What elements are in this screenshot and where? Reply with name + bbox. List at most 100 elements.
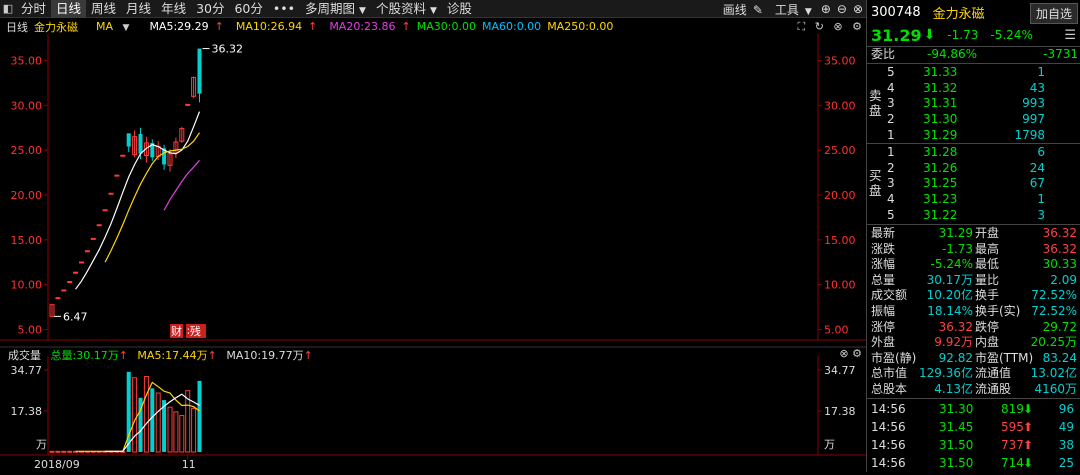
buy-level: 5: [887, 207, 895, 222]
sell-row: 4 31.32 43: [867, 81, 1080, 97]
low-price-label: 6.47: [63, 310, 88, 323]
arrow-up-icon: ↑: [303, 349, 313, 362]
more-icon[interactable]: •••: [268, 0, 300, 18]
candle-body: [79, 261, 84, 264]
volume-ma10-value: MA10:19.77万: [226, 349, 304, 362]
expand-icon[interactable]: ⛶: [797, 20, 805, 33]
volume-ma5-line: [75, 381, 200, 452]
price-tick-label: 10.00: [824, 279, 856, 292]
arrow-up-icon: ⬆: [1023, 437, 1034, 452]
kline-chart[interactable]: 35.00 35.00 30.00 30.00 25.00 25.00 20.00 20.00…: [0, 34, 866, 472]
quote-value: 30.33: [1042, 257, 1077, 272]
list-menu-icon[interactable]: ☰: [1064, 28, 1076, 43]
sell-level: 3: [887, 96, 895, 111]
close-icon[interactable]: ⊗: [839, 347, 848, 360]
tab-monthly[interactable]: 月线: [121, 0, 156, 18]
buy-volume: 67: [1029, 176, 1045, 191]
close-icon[interactable]: ⊗: [850, 2, 866, 16]
caret-down-icon: ▼: [804, 6, 812, 17]
close-icon[interactable]: ⊗: [833, 20, 842, 33]
add-icon[interactable]: ⊕: [818, 2, 834, 16]
stock-name: 金力永磁: [932, 6, 985, 22]
tick-count: 96: [1058, 401, 1074, 416]
candle-body: [185, 103, 191, 106]
quote-row: 总股本 4.13亿 流通股 4160万: [867, 382, 1080, 398]
quote-value: 4.13亿: [934, 381, 973, 396]
sidebar-toggle-icon[interactable]: ◧: [0, 0, 16, 18]
quote-value: -1.73: [941, 241, 973, 256]
volume-ma10: MA10:19.77万↑: [226, 349, 312, 362]
tab-60min[interactable]: 60分: [229, 0, 267, 18]
quote-label: 跌停: [975, 319, 1000, 334]
quote-row: 外盘 9.92万 内盘 20.25万: [867, 335, 1080, 351]
buy-price: 31.22: [923, 207, 958, 222]
buy-row: 5 31.22 3: [867, 208, 1080, 224]
quote-value: 83.24: [1042, 350, 1077, 365]
volume-ma5: MA5:17.44万↑: [137, 349, 216, 362]
tick-price: 31.50: [939, 437, 974, 452]
quote-row: 成交额 10.20亿 换手 72.52%: [867, 288, 1080, 304]
price-tick-label: 30.00: [11, 99, 43, 112]
legend-controls: ⛶ ↻ ⊗ ⚙: [791, 20, 862, 34]
sell-volume: 993: [1022, 96, 1045, 111]
buy-price: 31.28: [923, 145, 958, 159]
tools-button[interactable]: 工具 ▼: [769, 1, 818, 18]
buy-row: 3 31.25 67: [867, 176, 1080, 192]
gear-icon[interactable]: ⚙: [852, 20, 862, 33]
finance-badge-label: 财: [171, 324, 182, 338]
quote-row: 总市值 129.36亿 流通值 13.02亿: [867, 366, 1080, 382]
volume-tick-label: 34.77: [11, 364, 43, 377]
buy-volume: 1: [1037, 192, 1045, 207]
volume-unit-label: 万: [36, 438, 47, 451]
tick-list[interactable]: 14:56 31.30 819 ⬇ 96 14:56 31.45 595 ⬆ 49 14:56 31.…: [867, 397, 1080, 472]
legend-ma30: MA30:0.00: [416, 20, 476, 33]
quote-label: 最高: [975, 241, 1000, 256]
tab-daily[interactable]: 日线: [51, 0, 87, 18]
caret-down-icon: ▼: [359, 5, 366, 16]
quote-value: 9.92万: [934, 335, 973, 350]
draw-line-label: 画线: [722, 2, 747, 17]
candle-body: [126, 133, 131, 147]
legend-ma-selector[interactable]: MA ▼: [90, 20, 129, 33]
candle-body: [84, 250, 90, 253]
refresh-icon[interactable]: ↻: [815, 20, 824, 33]
ma20-line: [163, 159, 200, 211]
quote-label: 流通股: [975, 381, 1012, 396]
price-tick-label: 20.00: [824, 189, 856, 202]
minus-icon[interactable]: ⊖: [834, 2, 850, 16]
tab-yearly[interactable]: 年线: [156, 0, 191, 18]
legend-ma5: MA5:29.29 ↑: [143, 20, 223, 33]
arrow-down-icon: ⬇: [1023, 455, 1034, 470]
sell-badge-label: ∶残: [187, 324, 201, 338]
volume-tick-label: 17.38: [824, 405, 856, 418]
legend-period: 日线: [6, 20, 28, 34]
gear-icon[interactable]: ⚙: [852, 347, 862, 360]
draw-line-button[interactable]: 画线 ✎: [717, 1, 769, 18]
volume-bar: [143, 376, 149, 453]
weibi-label: 委比: [871, 47, 896, 61]
tab-30min[interactable]: 30分: [191, 0, 229, 18]
quote-label: 换手: [975, 288, 1000, 303]
quote-row: 振幅 18.14% 换手(实) 72.52%: [867, 304, 1080, 320]
legend-ma60: MA60:0.00: [481, 20, 542, 33]
caret-down-icon: ▼: [122, 23, 130, 33]
candle-body: [114, 174, 120, 177]
quote-value: 30.17万: [926, 272, 973, 287]
add-watchlist-button[interactable]: 加自选: [1029, 3, 1078, 24]
arrow-up-icon: ↑: [214, 20, 224, 33]
tab-weekly[interactable]: 周线: [86, 0, 121, 18]
sell-price: 31.30: [923, 112, 958, 127]
tab-intraday[interactable]: 分时: [16, 0, 51, 18]
chart-area[interactable]: 35.00 35.00 30.00 30.00 25.00 25.00 20.00 20.00…: [0, 34, 866, 472]
candle-body: [120, 154, 126, 157]
candle-body: [55, 297, 61, 300]
tab-profile[interactable]: 个股资料 ▼: [371, 0, 442, 18]
buy-level: 2: [887, 160, 895, 175]
tab-multi-period[interactable]: 多周期图 ▼: [300, 0, 371, 18]
quote-table: 最新 31.29 开盘 36.32 涨跌 -1.73 最高 36.32 涨幅 -5.24% 最低 30…: [867, 224, 1080, 398]
tick-row: 14:56 31.45 595 ⬆ 49: [867, 418, 1080, 436]
price-header: 31.29 ⬇ -1.73 -5.24% ☰: [867, 24, 1080, 46]
tick-price: 31.45: [939, 419, 974, 434]
volume-legend: 成交量 总量:30.17万↑ MA5:17.44万↑ MA10:19.77万↑ …: [0, 347, 866, 362]
tab-diagnose[interactable]: 诊股: [442, 0, 477, 18]
